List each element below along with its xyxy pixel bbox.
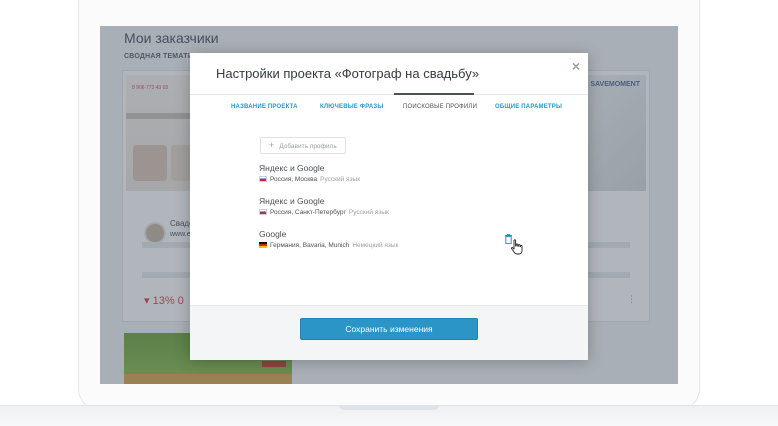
laptop-notch: [339, 405, 439, 410]
dialog-footer: Сохранить изменения: [190, 305, 588, 360]
profile-language: Русский язык: [320, 176, 361, 183]
close-button[interactable]: ×: [572, 58, 580, 74]
tab-general-settings[interactable]: ОБЩИЕ ПАРАМЕТРЫ: [495, 104, 562, 110]
tab-project-name[interactable]: НАЗВАНИЕ ПРОЕКТА: [231, 104, 298, 110]
tabs-divider: [190, 94, 588, 95]
search-profile-item[interactable]: Яндекс и Google Россия, Санкт-Петербург Р…: [259, 196, 389, 218]
tab-key-phrases[interactable]: КЛЮЧЕВЫЕ ФРАЗЫ: [320, 104, 383, 110]
dialog-title: Настройки проекта «Фотограф на свадьбу»: [216, 66, 480, 81]
flag-russia-icon: [259, 176, 267, 182]
profile-engine: Яндекс и Google: [259, 196, 325, 206]
tab-search-profiles[interactable]: ПОИСКОВЫЕ ПРОФИЛИ: [403, 104, 477, 110]
profile-engine: Яндекс и Google: [259, 163, 325, 173]
flag-germany-icon: [259, 242, 267, 248]
project-settings-dialog: Настройки проекта «Фотограф на свадьбу» …: [190, 53, 588, 360]
hand-cursor-icon: [511, 239, 523, 255]
profile-engine: Google: [259, 229, 287, 239]
search-profile-item[interactable]: Яндекс и Google Россия, Москва Русский яз…: [259, 163, 360, 185]
active-tab-indicator: [394, 93, 474, 95]
search-profile-item[interactable]: Google Германия, Bavaria, Munich Немецкий…: [259, 229, 398, 251]
profile-language: Немецкий язык: [352, 242, 399, 249]
profile-region: Германия, Bavaria, Munich: [270, 242, 350, 249]
save-changes-button[interactable]: Сохранить изменения: [300, 318, 478, 340]
add-profile-button[interactable]: + Добавить профиль: [260, 137, 346, 154]
profile-region: Россия, Москва: [270, 176, 318, 183]
plus-icon: +: [269, 140, 275, 150]
flag-russia-icon: [259, 209, 267, 215]
profile-language: Русский язык: [348, 209, 389, 216]
profile-region: Россия, Санкт-Петербург: [270, 209, 346, 216]
